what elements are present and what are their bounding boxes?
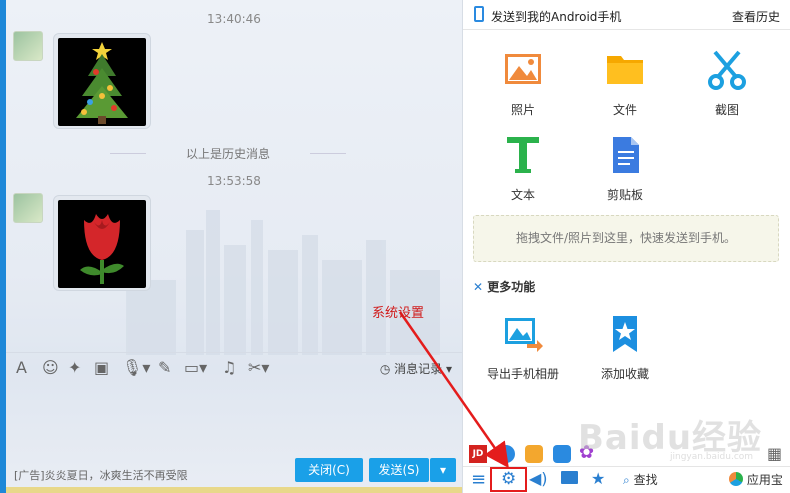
send-options-button[interactable]: ▾ (430, 458, 456, 482)
phone-icon (474, 6, 484, 22)
tile-label: 照片 (510, 103, 535, 117)
jd-app-icon[interactable]: JD (469, 445, 487, 463)
microphone-icon[interactable]: 🎙▾ (122, 359, 150, 377)
tile-clipboard[interactable]: 剪贴板 (585, 135, 665, 203)
tile-label: 文本 (510, 188, 535, 202)
tile-export-album[interactable]: 导出手机相册 (483, 314, 563, 382)
tile-label: 截图 (714, 103, 739, 117)
volume-icon[interactable]: ◀) (529, 469, 548, 488)
panel-title: 发送到我的Android手机 (491, 10, 622, 24)
close-button[interactable]: 关闭(C) (295, 458, 363, 482)
scissors-icon (708, 50, 746, 90)
annotation-callout: 系统设置 (372, 306, 425, 321)
clipboard-icon (613, 137, 639, 173)
tile-text[interactable]: 文本 (483, 135, 563, 203)
send-button[interactable]: 发送(S) (369, 458, 429, 482)
chat-toolbar: A ☺ ✦ ▣ 🎙▾ ✎ ▭▾ ♫ ✂▾ ◷ 消息记录 ▾ (6, 352, 462, 382)
history-divider: 以上是历史消息 (110, 145, 346, 162)
message-record-button[interactable]: ◷ 消息记录 ▾ (380, 360, 452, 377)
search-label: 查找 (633, 473, 658, 487)
drop-zone[interactable]: 拖拽文件/照片到这里，快速发送到手机。 (473, 215, 779, 262)
favorite-icon (613, 316, 637, 352)
photo-icon (505, 54, 541, 84)
rose-sticker (58, 200, 146, 288)
christmas-tree-sticker (58, 38, 146, 126)
message-record-label: 消息记录 (394, 362, 443, 376)
message-bubble[interactable] (53, 195, 151, 291)
panel-header: 发送到我的Android手机 查看历史 (463, 0, 790, 30)
folder-icon[interactable] (561, 471, 578, 484)
ad-link[interactable]: [广告]炎炎夏日，冰爽生活不再受限 (14, 467, 188, 483)
bottom-strip (6, 487, 462, 493)
music-icon[interactable]: ♫ (222, 359, 236, 377)
star-box-icon[interactable]: ★ (591, 469, 605, 488)
more-features-label: 更多功能 (487, 280, 536, 294)
timestamp: 13:53:58 (207, 174, 261, 188)
tile-photo[interactable]: 照片 (483, 50, 563, 118)
tools-icon: ✕ (473, 280, 484, 294)
view-history-link[interactable]: 查看历史 (732, 8, 780, 25)
tile-label: 导出手机相册 (486, 367, 559, 381)
edit-icon[interactable]: ✎ (158, 359, 171, 377)
timestamp: 13:40:46 (207, 12, 261, 26)
app-store-icon (729, 472, 743, 486)
more-features-heading: ✕ 更多功能 (473, 278, 535, 295)
menu-icon[interactable]: ≡ (471, 469, 486, 490)
tile-label: 添加收藏 (600, 367, 649, 381)
highlight-box (490, 467, 527, 492)
message-input[interactable]: [广告]炎炎夏日，冰爽生活不再受限 关闭(C) 发送(S) ▾ (6, 382, 462, 493)
app-store-label: 应用宝 (746, 473, 783, 487)
folder-icon (607, 56, 643, 84)
scissors-icon[interactable]: ✂▾ (248, 359, 269, 377)
font-icon[interactable]: A (16, 359, 27, 377)
avatar[interactable] (13, 193, 43, 223)
video-clip-icon[interactable]: ▣ (94, 359, 109, 377)
search-icon: ⌕ (623, 473, 630, 487)
watermark-url: jingyan.baidu.com (670, 452, 754, 462)
search-button[interactable]: ⌕ 查找 (623, 471, 658, 488)
app-store-button[interactable]: 应用宝 (729, 471, 783, 488)
security-app-icon[interactable] (553, 445, 571, 463)
text-icon (507, 137, 539, 173)
image-icon[interactable]: ▭▾ (184, 359, 207, 377)
tile-add-favorite[interactable]: 添加收藏 (585, 314, 665, 382)
message-bubble[interactable] (53, 33, 151, 129)
album-export-icon (505, 318, 543, 352)
grid-menu-icon[interactable]: ▦ (767, 444, 782, 463)
tile-file[interactable]: 文件 (585, 50, 665, 118)
browser-app-icon[interactable] (497, 445, 515, 463)
game-app-icon[interactable] (525, 445, 543, 463)
emoji-icon[interactable]: ☺ (42, 359, 59, 377)
tile-label: 文件 (612, 103, 637, 117)
tile-label: 剪贴板 (606, 188, 643, 202)
avatar[interactable] (13, 31, 43, 61)
magic-wand-icon[interactable]: ✦ (68, 359, 81, 377)
tile-screenshot[interactable]: 截图 (687, 50, 767, 118)
